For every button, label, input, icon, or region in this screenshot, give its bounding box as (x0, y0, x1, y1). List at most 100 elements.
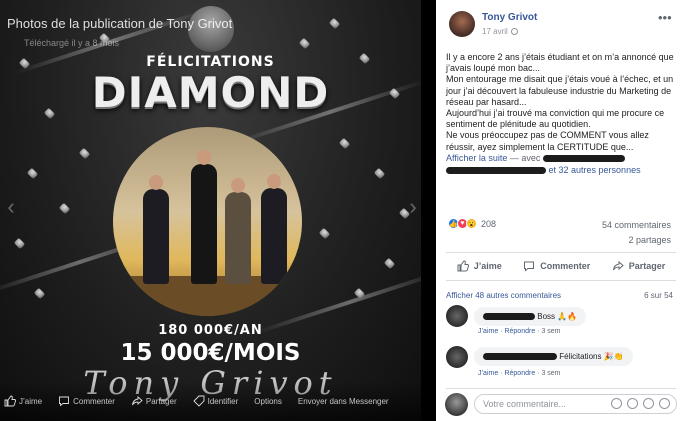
like-button[interactable]: J’aime (457, 260, 502, 272)
viewer-caption: Photos de la publication de Tony Grivot (7, 16, 233, 31)
comment-icon (524, 261, 535, 272)
next-photo-icon[interactable]: › (404, 192, 422, 222)
person-figure (191, 150, 217, 284)
comment-reply-link[interactable]: Répondre (504, 370, 535, 377)
comment-time[interactable]: 3 sem (541, 328, 560, 335)
comment-text: Félicitations 🎉👏 (559, 352, 624, 361)
previous-photo-icon[interactable]: ‹ (2, 192, 20, 222)
person-figure (261, 174, 287, 284)
post-paragraph: Aujourd’hui j’ai trouvé ma conviction qu… (446, 108, 665, 130)
post-date-text: 17 avril (482, 27, 508, 36)
rank-title: DIAMOND (91, 68, 330, 117)
comment-pager: 6 sur 54 (644, 291, 673, 300)
share-icon (131, 396, 143, 406)
more-options-icon[interactable]: ••• (658, 10, 672, 25)
emoji-icon[interactable] (611, 398, 622, 409)
diamond-sparkle (383, 257, 396, 270)
share-icon (612, 260, 624, 271)
comment-button[interactable]: Commenter (523, 260, 590, 272)
comment-bubble: Boss 🙏🔥 (474, 307, 587, 326)
current-user-avatar (445, 393, 468, 416)
like-label: J’aime (473, 261, 502, 271)
divider (446, 388, 676, 389)
viewer-panel-divider (421, 0, 436, 421)
comment-like-link[interactable]: J’aime (478, 370, 498, 377)
viewer-comment-label: Commenter (73, 396, 115, 406)
photo-viewer: FÉLICITATIONS DIAMOND 180 000€/AN 15 000… (0, 0, 436, 421)
diamond-sparkle (338, 137, 351, 150)
viewer-tag-label: Identifier (207, 396, 239, 406)
share-label: Partager (628, 261, 666, 271)
post-panel: Tony Grivot 17 avril ••• Il y a encore 2… (436, 0, 684, 421)
tag-icon (192, 395, 205, 407)
tagged-others-link[interactable]: et 32 autres personnes (549, 165, 641, 175)
diamond-sparkle (33, 287, 46, 300)
person-figure (225, 178, 251, 284)
diamond-sparkle (58, 202, 71, 215)
comment-text: Boss 🙏🔥 (537, 312, 578, 321)
wow-reaction-icon: 😮 (466, 218, 477, 229)
post-paragraph: Mon entourage me disait que j’étais voué… (446, 74, 674, 107)
viewer-like-label: J’aime (19, 396, 43, 406)
post-photo[interactable]: FÉLICITATIONS DIAMOND 180 000€/AN 15 000… (0, 0, 421, 421)
viewer-messenger-label: Envoyer dans Messenger (297, 396, 389, 406)
author-avatar[interactable] (449, 11, 475, 37)
post-body: Il y a encore 2 ans j’étais étudiant et … (446, 52, 676, 176)
comment-time[interactable]: 3 sem (541, 370, 560, 377)
diamond-sparkle (13, 237, 26, 250)
post-date[interactable]: 17 avril (482, 27, 518, 36)
viewer-messenger-button[interactable]: Envoyer dans Messenger (298, 397, 389, 406)
divider (446, 252, 676, 253)
commenter-avatar[interactable] (446, 346, 468, 368)
share-button[interactable]: Partager (612, 260, 666, 272)
diamond-sparkle (373, 167, 386, 180)
diamond-sparkle (298, 37, 311, 50)
comment-bubble: Félicitations 🎉👏 (474, 347, 633, 366)
reaction-count: 208 (481, 218, 497, 229)
reactions-summary[interactable]: 👍 ♥ 😮 208 (448, 218, 496, 229)
redacted-name (483, 353, 557, 361)
commenter-avatar[interactable] (446, 305, 468, 327)
comment-input-tools (606, 398, 670, 409)
gif-icon[interactable] (643, 398, 654, 409)
comment-label: Commenter (540, 261, 591, 271)
post-action-bar: J’aime Commenter Partager (446, 255, 676, 277)
viewer-like-button[interactable]: J’aime (4, 395, 42, 407)
diamond-sparkle (78, 147, 91, 160)
yearly-salary: 180 000€/AN (158, 323, 263, 338)
see-more-link[interactable]: Afficher la suite (446, 153, 507, 163)
post-paragraph: Ne vous préoccupez pas de COMMENT vous a… (446, 130, 649, 152)
redacted-name (542, 154, 625, 162)
viewer-tag-button[interactable]: Identifier (192, 395, 239, 407)
upload-hint: Téléchargé il y a 8 mois (24, 38, 120, 48)
monthly-salary: 15 000€/MOIS (120, 340, 301, 366)
diamond-sparkle (26, 167, 39, 180)
viewer-share-button[interactable]: Partager (131, 395, 177, 407)
with-text: — avec (509, 152, 541, 163)
shares-count-link[interactable]: 2 partages (628, 235, 671, 245)
thumbs-up-icon (4, 395, 16, 407)
previous-comments-link[interactable]: Afficher 48 autres commentaires (446, 291, 561, 300)
camera-icon[interactable] (627, 398, 638, 409)
viewer-options-label: Options (254, 396, 282, 406)
stage-photo (113, 127, 302, 316)
redacted-name (446, 167, 546, 175)
comment-like-link[interactable]: J’aime (478, 328, 498, 335)
sticker-icon[interactable] (659, 398, 670, 409)
diamond-sparkle (318, 227, 331, 240)
viewer-share-label: Partager (145, 396, 177, 406)
viewer-comment-button[interactable]: Commenter (58, 395, 115, 407)
viewer-options-button[interactable]: Options (254, 397, 282, 406)
comment-icon (59, 396, 70, 407)
comments-count-link[interactable]: 54 commentaires (602, 220, 671, 230)
globe-icon (510, 28, 518, 35)
comment-meta: J’aime · Répondre · 3 sem (478, 370, 561, 377)
diamond-sparkle (328, 17, 341, 30)
comment-input[interactable]: Votre commentaire... (474, 394, 677, 414)
author-name[interactable]: Tony Grivot (482, 12, 537, 23)
divider (446, 280, 676, 281)
person-figure (143, 175, 169, 284)
comment-reply-link[interactable]: Répondre (504, 328, 535, 335)
comment-input-placeholder: Votre commentaire... (483, 399, 567, 409)
thumbs-up-icon (457, 260, 469, 272)
